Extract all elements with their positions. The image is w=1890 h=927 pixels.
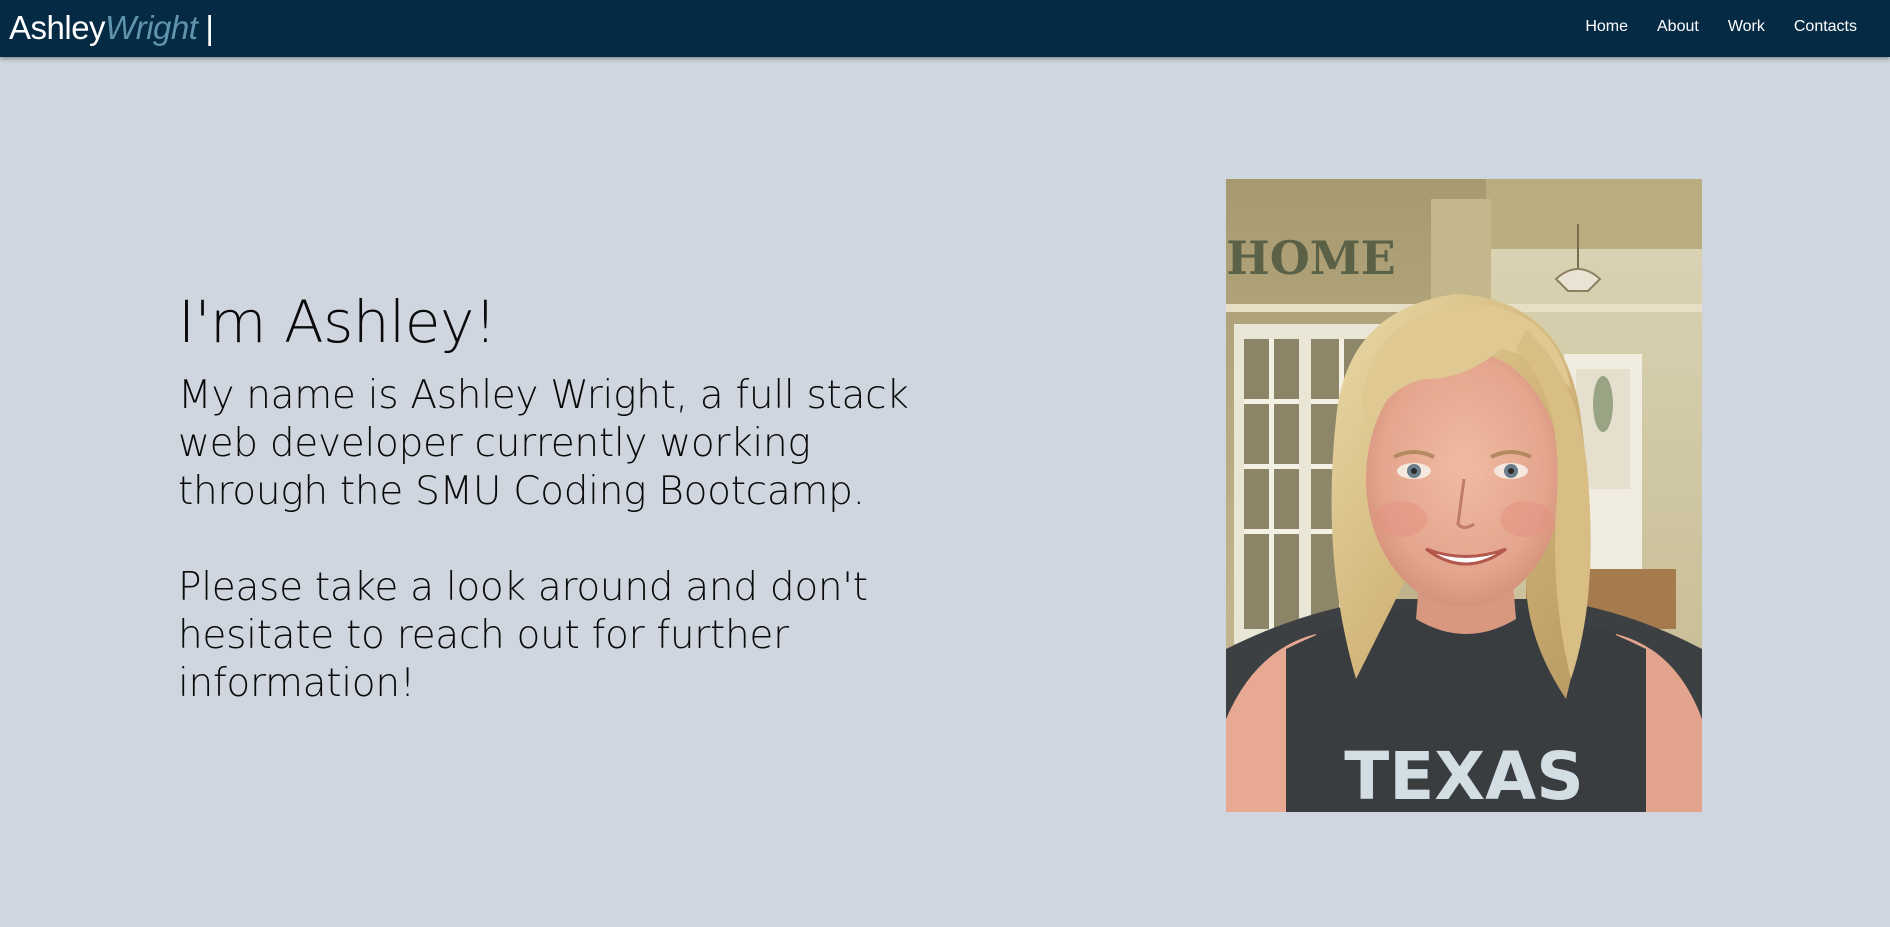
profile-photo: HOME TEXAS (1226, 179, 1702, 812)
brand-first-name: Ashley (9, 9, 106, 46)
home-sign-text: HOME (1226, 231, 1396, 285)
main-nav: Home About Work Contacts (1556, 17, 1857, 37)
nav-link-work[interactable]: Work (1728, 17, 1765, 37)
shirt-text: TEXAS (1344, 738, 1584, 812)
navbar: AshleyWright | Home About Work Contacts (0, 0, 1890, 57)
intro-section: I'm Ashley! My name is Ashley Wright, a … (178, 286, 978, 708)
brand-separator: | (205, 9, 214, 46)
brand-last-name: Wright (105, 9, 198, 46)
intro-heading: I'm Ashley! (178, 288, 497, 356)
nav-link-home[interactable]: Home (1585, 17, 1628, 37)
intro-bio: My name is Ashley Wright, a full stack w… (178, 373, 909, 514)
intro-cta: Please take a look around and don't hesi… (178, 565, 868, 706)
brand-logo[interactable]: AshleyWright | (9, 6, 214, 49)
nav-link-about[interactable]: About (1657, 17, 1699, 37)
nav-link-contacts[interactable]: Contacts (1794, 17, 1857, 37)
